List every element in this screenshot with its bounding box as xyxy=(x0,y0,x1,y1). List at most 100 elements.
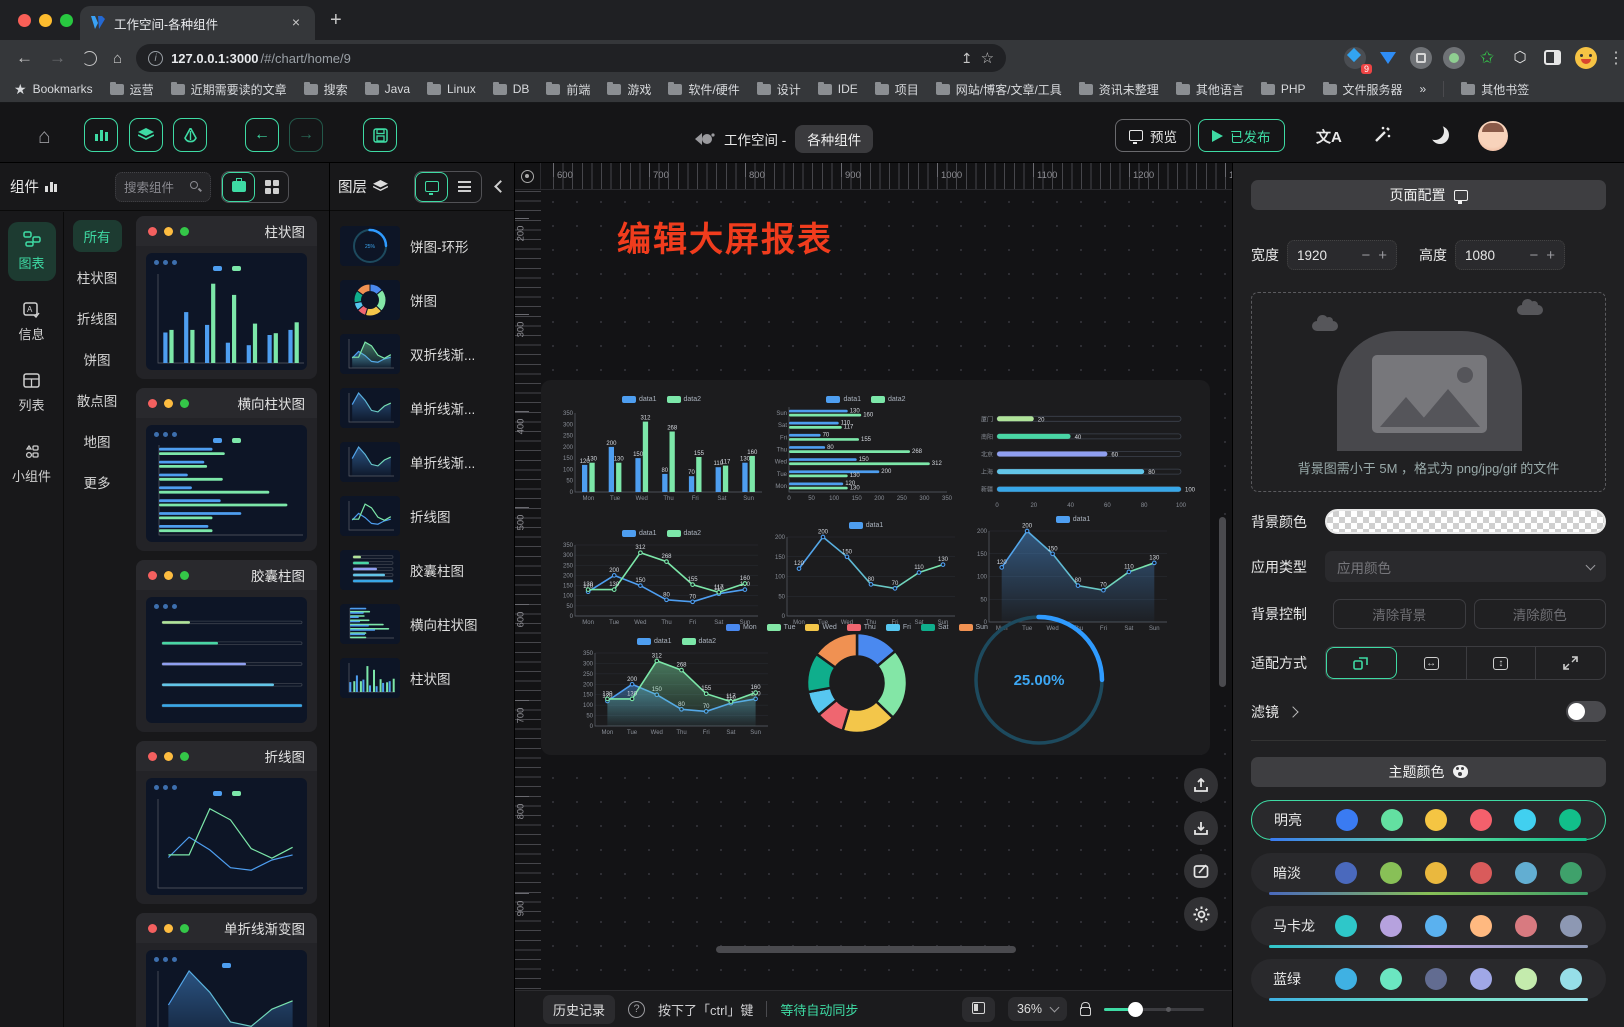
bookmark-item[interactable]: 近期需要读的文章 xyxy=(171,81,287,98)
search-input[interactable]: 搜索组件 xyxy=(115,172,211,202)
fit-stretch-button[interactable] xyxy=(1536,647,1605,679)
category-item-1[interactable]: 所有 xyxy=(73,220,122,252)
single-view-button[interactable] xyxy=(222,172,255,202)
horizontal-scrollbar[interactable] xyxy=(716,946,1016,953)
nav-item-2[interactable]: A信息 xyxy=(8,293,56,352)
component-card[interactable]: 折线图 xyxy=(136,741,317,904)
bookmark-item[interactable]: 资讯未整理 xyxy=(1079,81,1159,98)
language-button[interactable]: 文A xyxy=(1316,126,1342,147)
nav-item-3[interactable]: 列表 xyxy=(8,364,56,423)
clear-color-button[interactable]: 清除颜色 xyxy=(1474,599,1607,629)
category-item-4[interactable]: 饼图 xyxy=(84,349,111,369)
share-icon[interactable]: ↥ xyxy=(961,50,973,67)
dashboard-chart-hbar[interactable]: data1data2050100150200250300350Sun130160… xyxy=(771,396,961,503)
category-item-3[interactable]: 折线图 xyxy=(77,308,118,328)
puzzle-extensions-icon[interactable]: ⬡ xyxy=(1509,47,1531,69)
browser-tab[interactable]: 工作空间-各种组件 × xyxy=(80,6,315,40)
theme-row-暗淡[interactable]: 暗淡 xyxy=(1251,853,1606,893)
chevron-right-icon[interactable] xyxy=(1287,706,1298,717)
publish-button[interactable]: 已发布 xyxy=(1198,119,1285,152)
bookmark-item[interactable]: 文件服务器 xyxy=(1323,81,1403,98)
dashboard-chart-bar[interactable]: data1data2050100150200250300350Mon120130… xyxy=(559,396,764,503)
bg-color-swatch[interactable] xyxy=(1325,509,1606,534)
theme-row-马卡龙[interactable]: 马卡龙 xyxy=(1251,906,1606,946)
extension-command-icon[interactable] xyxy=(1410,47,1432,69)
profile-avatar[interactable] xyxy=(1575,47,1597,69)
width-input[interactable]: 1920−+ xyxy=(1287,240,1397,270)
zoom-select[interactable]: 36% xyxy=(1008,997,1067,1021)
component-card[interactable]: 单折线渐变图 xyxy=(136,913,317,1027)
layer-item[interactable]: 单折线渐... xyxy=(334,435,510,489)
list-view-button[interactable] xyxy=(448,172,481,202)
canvas-title-text[interactable]: 编辑大屏报表 xyxy=(617,212,833,261)
magic-wand-button[interactable] xyxy=(1372,125,1392,145)
layer-item[interactable]: 25%饼图-环形 xyxy=(334,219,510,273)
lock-icon[interactable] xyxy=(1080,1007,1091,1016)
dashboard-preview[interactable]: data1data2050100150200250300350Mon120130… xyxy=(541,380,1210,755)
bookmark-item[interactable]: 其他语言 xyxy=(1176,81,1244,98)
minimize-window-button[interactable] xyxy=(39,14,52,27)
layer-item[interactable]: 柱状图 xyxy=(334,651,510,705)
component-card[interactable]: 胶囊柱图 xyxy=(136,560,317,732)
help-icon[interactable]: ? xyxy=(628,1001,645,1018)
save-button[interactable] xyxy=(363,118,397,152)
bookmark-item[interactable]: IDE xyxy=(818,82,858,96)
maximize-window-button[interactable] xyxy=(60,14,73,27)
bookmark-item[interactable]: PHP xyxy=(1261,82,1306,96)
grid-view-button[interactable] xyxy=(255,172,288,202)
component-card[interactable]: 横向柱状图 xyxy=(136,388,317,551)
undo-button[interactable]: ← xyxy=(245,118,279,152)
bookmark-item[interactable]: 前端 xyxy=(546,81,590,98)
close-window-button[interactable] xyxy=(18,14,31,27)
slider-thumb[interactable] xyxy=(1128,1002,1143,1017)
thumbnail-view-button[interactable] xyxy=(415,172,448,202)
settings-button[interactable] xyxy=(1184,897,1218,931)
dashboard-chart-ring[interactable]: 25.00% xyxy=(969,612,1109,748)
forward-icon[interactable]: → xyxy=(49,48,66,68)
category-item-6[interactable]: 地图 xyxy=(84,431,111,451)
category-item-2[interactable]: 柱状图 xyxy=(77,267,118,287)
increment-icon[interactable]: + xyxy=(1546,247,1555,264)
bookmarks-overflow[interactable]: » xyxy=(1420,82,1427,96)
site-info-icon[interactable]: i xyxy=(148,51,163,66)
vertical-scrollbar[interactable] xyxy=(1219,517,1226,687)
export-button[interactable] xyxy=(1184,768,1218,802)
height-input[interactable]: 1080−+ xyxy=(1455,240,1565,270)
extension-vue-icon[interactable]: 9 xyxy=(1344,47,1366,69)
dark-mode-toggle[interactable] xyxy=(1431,126,1449,144)
decrement-icon[interactable]: − xyxy=(1529,247,1538,264)
chart-mode-button[interactable] xyxy=(84,118,118,152)
nav-item-4[interactable]: 小组件 xyxy=(8,435,56,494)
ruler-corner[interactable] xyxy=(515,163,541,190)
bookmark-item[interactable]: 网站/博客/文章/工具 xyxy=(936,81,1062,98)
bookmark-item[interactable]: 游戏 xyxy=(607,81,651,98)
import-button[interactable] xyxy=(1184,811,1218,845)
decrement-icon[interactable]: − xyxy=(1361,247,1370,264)
collapse-panel-icon[interactable] xyxy=(494,180,507,193)
bookmark-item[interactable]: 设计 xyxy=(757,81,801,98)
dashboard-chart-capsule[interactable]: 厦门20南阳40北京60上海80新疆100020406080100 xyxy=(971,404,1203,512)
fit-height-button[interactable]: ↕ xyxy=(1467,647,1537,679)
theme-mode-button[interactable] xyxy=(173,118,207,152)
background-upload-dropzone[interactable]: 背景图需小于 5M ，格式为 png/jpg/gif 的文件 xyxy=(1251,292,1606,492)
fit-width-button[interactable]: ↔ xyxy=(1397,647,1467,679)
home-button[interactable]: ⌂ xyxy=(38,125,51,149)
dashboard-chart-donut[interactable]: MonTueWedThuFriSatSun xyxy=(781,624,933,735)
bookmark-item[interactable]: 软件/硬件 xyxy=(668,81,739,98)
component-card[interactable]: 柱状图 xyxy=(136,216,317,379)
canvas-area[interactable]: 编辑大屏报表 data1data2050100150200250300350Mo… xyxy=(515,163,1232,990)
history-button[interactable]: 历史记录 xyxy=(543,995,615,1024)
category-item-5[interactable]: 散点图 xyxy=(77,390,118,410)
category-item-7[interactable]: 更多 xyxy=(84,472,111,492)
theme-row-蓝绿[interactable]: 蓝绿 xyxy=(1251,959,1606,999)
canvas-grid[interactable]: 编辑大屏报表 data1data2050100150200250300350Mo… xyxy=(541,190,1232,990)
layer-item[interactable]: 单折线渐... xyxy=(334,381,510,435)
bookmark-star-icon[interactable]: ☆ xyxy=(981,49,994,67)
layer-item[interactable]: 折线图 xyxy=(334,489,510,543)
nav-item-1[interactable]: 图表 xyxy=(8,222,56,281)
layers-mode-button[interactable] xyxy=(129,118,163,152)
layer-item[interactable]: 横向柱状图 xyxy=(334,597,510,651)
bookmark-item[interactable]: 搜索 xyxy=(304,81,348,98)
bookmark-item[interactable]: 项目 xyxy=(875,81,919,98)
extension-star-icon[interactable]: ✩ xyxy=(1476,47,1498,69)
